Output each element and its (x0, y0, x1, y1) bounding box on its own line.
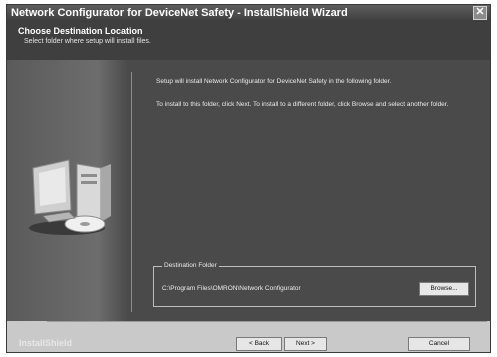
install-message: Setup will install Network Configurator … (156, 78, 392, 85)
step-subtitle: Select folder where setup will install f… (24, 38, 151, 45)
step-title: Choose Destination Location (18, 26, 143, 36)
wizard-footer: InstallShield < Back Next > Cancel (7, 321, 490, 352)
destination-folder-group: Destination Folder C:\Program Files\OMRO… (153, 262, 476, 307)
back-button[interactable]: < Back (236, 337, 282, 351)
title-bar: Network Configurator for DeviceNet Safet… (7, 5, 490, 22)
wizard-header: Choose Destination Location Select folde… (7, 22, 490, 60)
destination-folder-legend: Destination Folder (162, 262, 219, 269)
footer-separator (47, 321, 487, 322)
next-button[interactable]: Next > (284, 337, 327, 351)
close-button[interactable]: ✕ (473, 6, 487, 20)
left-graphic-panel (7, 60, 128, 321)
cancel-button[interactable]: Cancel (408, 337, 470, 351)
installshield-brand: InstallShield (19, 338, 73, 348)
wizard-body: Setup will install Network Configurator … (7, 60, 490, 321)
destination-path: C:\Program Files\OMRON\Network Configura… (162, 285, 301, 292)
window-title: Network Configurator for DeviceNet Safet… (11, 7, 348, 19)
browse-button[interactable]: Browse... (419, 282, 469, 296)
panel-divider (131, 72, 132, 312)
installshield-wizard-window: Network Configurator for DeviceNet Safet… (6, 4, 491, 353)
computer-install-icon (29, 159, 111, 235)
instruction-message: To install to this folder, click Next. T… (156, 101, 449, 108)
